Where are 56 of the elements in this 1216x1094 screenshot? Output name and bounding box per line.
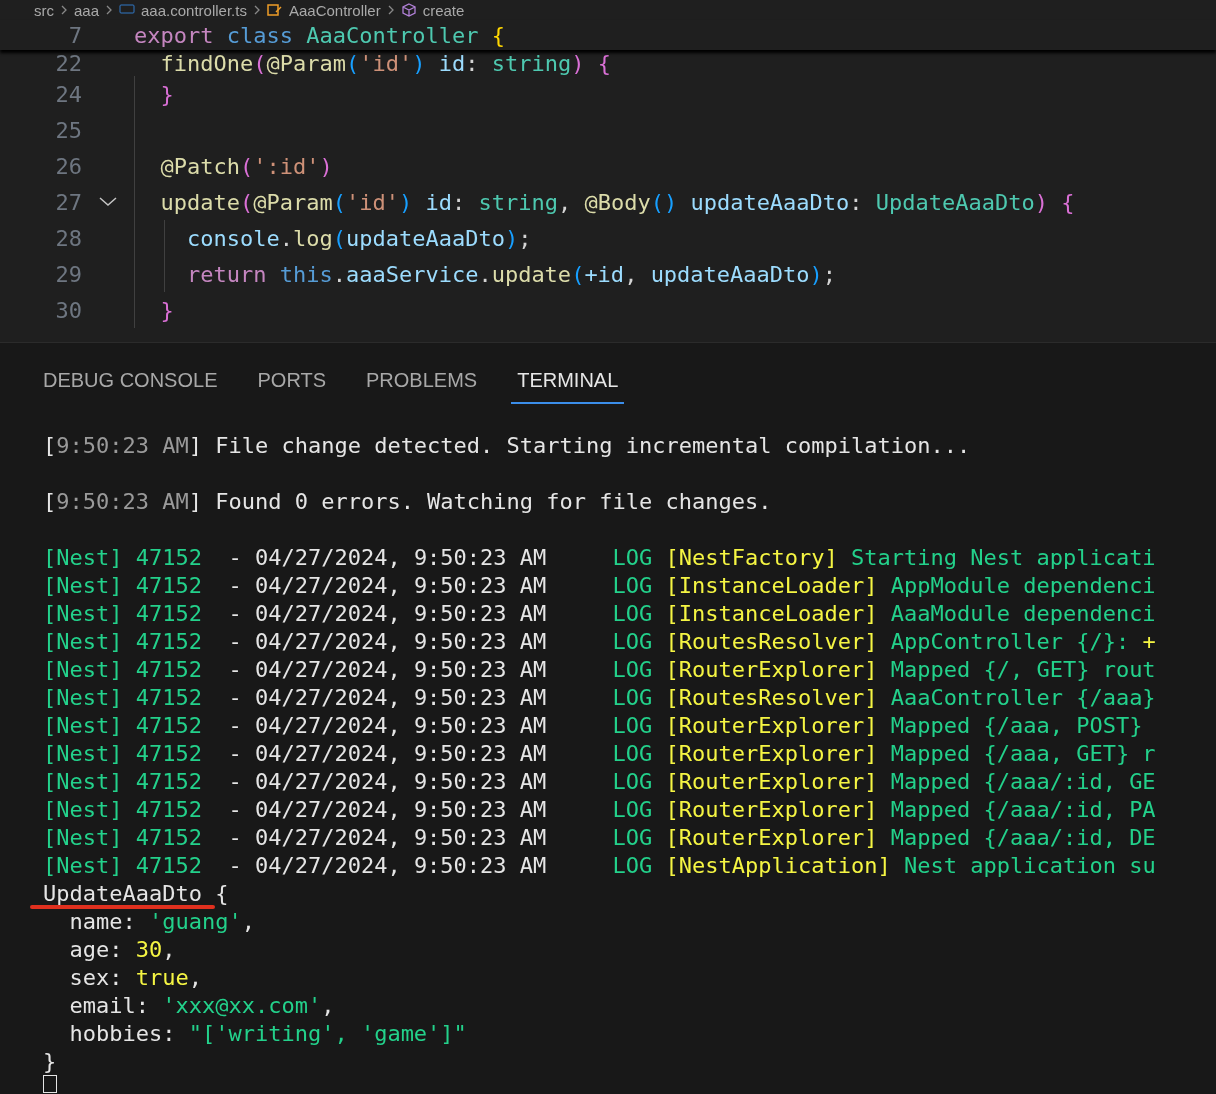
code-line: } xyxy=(159,297,174,323)
breadcrumb-item[interactable]: src xyxy=(34,1,54,19)
code-line: @Patch(':id') xyxy=(159,153,333,179)
terminal-line: sex: true, xyxy=(68,964,202,990)
class-icon xyxy=(266,3,283,17)
line-number: 26 xyxy=(54,153,82,179)
breadcrumb-item[interactable]: aaa xyxy=(74,1,100,19)
code-line: export class AaaController { xyxy=(134,22,505,48)
code-line: findOne(@Param('id') id: string) { xyxy=(159,50,611,76)
line-number: 25 xyxy=(54,117,82,143)
chevron-right-icon xyxy=(105,4,114,16)
terminal-line: name: 'guang', xyxy=(68,908,255,934)
cube-icon xyxy=(400,3,417,17)
terminal-line: [Nest] 47152 - 04/27/2024, 9:50:23 AM LOG [RouterExplorer] Mapped {/aaa, GET} r xyxy=(43,740,1156,766)
panel-tab[interactable]: DEBUG CONSOLE xyxy=(37,358,224,404)
terminal-line: hobbies: "['writing', 'game']" xyxy=(68,1020,467,1046)
terminal-line: [Nest] 47152 - 04/27/2024, 9:50:23 AM LOG [NestApplication] Nest application su xyxy=(43,852,1156,878)
line-number: 30 xyxy=(54,297,82,323)
line-number: 7 xyxy=(67,22,82,48)
terminal-line: [Nest] 47152 - 04/27/2024, 9:50:23 AM LOG [RoutesResolver] AppController {/}: + xyxy=(43,628,1156,654)
terminal-line: email: 'xxx@xx.com', xyxy=(68,992,335,1018)
chevron-right-icon xyxy=(60,4,68,16)
code-line: console.log(updateAaaDto); xyxy=(185,225,532,251)
terminal-line: UpdateAaaDto { xyxy=(43,880,229,906)
line-number: 28 xyxy=(54,225,82,251)
terminal-cursor xyxy=(43,1075,57,1093)
terminal-line: [9:50:23 AM] File change detected. Starting incremental compilation... xyxy=(43,432,971,458)
line-number: 22 xyxy=(54,50,82,76)
fold-chevron-icon[interactable] xyxy=(99,197,117,207)
line-number: 29 xyxy=(54,261,82,287)
terminal-line: [Nest] 47152 - 04/27/2024, 9:50:23 AM LOG [RouterExplorer] Mapped {/aaa/:id, DE xyxy=(43,824,1156,850)
terminal-line: [Nest] 47152 - 04/27/2024, 9:50:23 AM LOG [RouterExplorer] Mapped {/aaa/:id, PA xyxy=(43,796,1156,822)
terminal-line: [9:50:23 AM] Found 0 errors. Watching for file changes. xyxy=(43,488,772,514)
code-line: return this.aaaService.update(+id, updateAaaDto); xyxy=(185,261,837,287)
panel-tab[interactable]: PROBLEMS xyxy=(360,358,484,404)
code-line: update(@Param('id') id: string, @Body() updateAaaDto: UpdateAaaDto) { xyxy=(159,189,1075,215)
terminal-line: [Nest] 47152 - 04/27/2024, 9:50:23 AM LOG [RouterExplorer] Mapped {/aaa/:id, GE xyxy=(43,768,1156,794)
terminal-line: [Nest] 47152 - 04/27/2024, 9:50:23 AM LOG [RoutesResolver] AaaController {/aaa} xyxy=(43,684,1156,710)
terminal-line: } xyxy=(43,1048,57,1074)
breadcrumb-item[interactable]: create xyxy=(422,1,465,19)
typescript-file-icon xyxy=(119,3,136,17)
line-number: 27 xyxy=(54,189,82,215)
terminal-line: [Nest] 47152 - 04/27/2024, 9:50:23 AM LOG [InstanceLoader] AppModule dependenci xyxy=(43,572,1156,598)
code-line: } xyxy=(159,81,174,107)
chevron-right-icon xyxy=(252,4,261,16)
terminal-line: [Nest] 47152 - 04/27/2024, 9:50:23 AM LOG [NestFactory] Starting Nest applicati xyxy=(43,544,1156,570)
terminal-line: [Nest] 47152 - 04/27/2024, 9:50:23 AM LOG [InstanceLoader] AaaModule dependenci xyxy=(43,600,1156,626)
line-number: 24 xyxy=(54,81,82,107)
panel-tab[interactable]: PORTS xyxy=(251,358,333,404)
terminal-line: [Nest] 47152 - 04/27/2024, 9:50:23 AM LOG [RouterExplorer] Mapped {/aaa, POST} xyxy=(43,712,1143,738)
terminal-line: age: 30, xyxy=(68,936,176,962)
chevron-right-icon xyxy=(386,4,395,16)
panel-tab[interactable]: TERMINAL xyxy=(511,358,625,404)
breadcrumb-item[interactable]: AaaController xyxy=(288,1,381,19)
terminal-line: [Nest] 47152 - 04/27/2024, 9:50:23 AM LOG [RouterExplorer] Mapped {/, GET} rout xyxy=(43,656,1156,682)
breadcrumb-item[interactable]: aaa.controller.ts xyxy=(141,1,247,19)
